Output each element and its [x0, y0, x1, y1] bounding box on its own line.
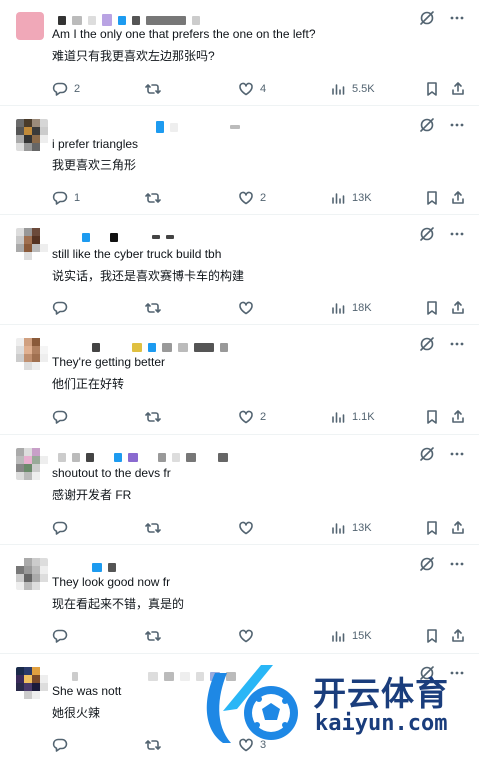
tweet-translation: 说实话，我还是喜欢赛博卡车的构建 — [52, 269, 245, 283]
more-icon[interactable] — [449, 10, 465, 26]
tweet-author-header[interactable] — [58, 561, 116, 573]
views-count: 18K — [352, 302, 372, 314]
like-button[interactable]: 2 — [238, 190, 266, 206]
views-count: 13K — [352, 522, 372, 534]
tweet-text: Am I the only one that prefers the one o… — [52, 27, 316, 41]
tweet[interactable]: Am I the only one that prefers the one o… — [0, 0, 479, 106]
tweet-translation: 他们正在好转 — [52, 377, 125, 391]
views-count: 13K — [352, 192, 372, 204]
tweet-text: They look good now fr — [52, 575, 171, 589]
views-button[interactable]: 15K — [330, 628, 372, 644]
views-button[interactable]: 13K — [330, 190, 372, 206]
tweet-author-header[interactable] — [58, 451, 228, 463]
tweet-author-header[interactable] — [58, 231, 174, 243]
grok-icon[interactable] — [419, 226, 435, 242]
bookmark-button[interactable] — [424, 520, 440, 536]
bookmark-button[interactable] — [424, 409, 440, 425]
tweet-text: i prefer triangles — [52, 137, 139, 151]
reply-count: 1 — [74, 192, 81, 204]
tweet-translation: 难道只有我更喜欢左边那张吗? — [52, 49, 215, 63]
views-button[interactable]: 18K — [330, 300, 372, 316]
bookmark-button[interactable] — [424, 81, 440, 97]
bookmark-button[interactable] — [424, 190, 440, 206]
tweet-text: They're getting better — [52, 355, 166, 369]
tweet[interactable]: still like the cyber truck build tbh 说实话… — [0, 216, 479, 325]
avatar[interactable] — [16, 12, 44, 40]
brand-name: 开云体育 — [313, 674, 449, 713]
views-button[interactable]: 1.1K — [330, 409, 375, 425]
retweet-button[interactable] — [145, 409, 167, 425]
like-count: 2 — [260, 192, 267, 204]
tweet-text: still like the cyber truck build tbh — [52, 247, 222, 261]
reply-button[interactable] — [52, 409, 74, 425]
avatar[interactable] — [16, 667, 48, 699]
share-button[interactable] — [450, 520, 466, 536]
avatar[interactable] — [16, 558, 48, 590]
retweet-button[interactable] — [145, 300, 167, 316]
tweet[interactable]: They look good now fr 现在看起来不错，真是的 15K — [0, 546, 479, 654]
like-button[interactable] — [238, 628, 260, 644]
reply-count: 2 — [74, 83, 81, 95]
grok-icon[interactable] — [419, 10, 435, 26]
more-icon[interactable] — [449, 226, 465, 242]
views-count: 5.5K — [352, 83, 375, 95]
retweet-button[interactable] — [145, 190, 167, 206]
tweet-text: shoutout to the devs fr — [52, 466, 171, 480]
more-icon[interactable] — [449, 117, 465, 133]
more-icon[interactable] — [449, 446, 465, 462]
like-button[interactable]: 2 — [238, 409, 266, 425]
views-button[interactable]: 13K — [330, 520, 372, 536]
tweet-translation: 她很火辣 — [52, 706, 101, 720]
avatar[interactable] — [16, 338, 48, 370]
brand-url: kaiyun.com — [315, 711, 448, 736]
share-button[interactable] — [450, 628, 466, 644]
reply-button[interactable]: 2 — [52, 81, 80, 97]
grok-icon[interactable] — [419, 336, 435, 352]
share-button[interactable] — [450, 81, 466, 97]
tweet[interactable]: i prefer triangles 我更喜欢三角形 1 2 13K — [0, 107, 479, 215]
reply-button[interactable]: 1 — [52, 190, 80, 206]
tweet[interactable]: They're getting better 他们正在好转 2 1.1K — [0, 326, 479, 435]
tweet-translation: 我更喜欢三角形 — [52, 158, 137, 172]
tweet-author-header[interactable] — [58, 14, 200, 26]
grok-icon[interactable] — [419, 446, 435, 462]
tweet[interactable]: shoutout to the devs fr 感谢开发者 FR 13K — [0, 436, 479, 545]
like-button[interactable] — [238, 300, 260, 316]
reply-button[interactable] — [52, 520, 74, 536]
grok-icon[interactable] — [419, 117, 435, 133]
avatar[interactable] — [16, 119, 48, 151]
tweet-text: She was nott — [52, 684, 122, 698]
like-count: 4 — [260, 83, 267, 95]
retweet-button[interactable] — [145, 737, 167, 753]
grok-icon[interactable] — [419, 556, 435, 572]
more-icon[interactable] — [449, 556, 465, 572]
retweet-button[interactable] — [145, 520, 167, 536]
brand-watermark: 开云体育 kaiyun.com — [193, 659, 473, 745]
share-button[interactable] — [450, 409, 466, 425]
like-button[interactable] — [238, 520, 260, 536]
reply-button[interactable] — [52, 300, 74, 316]
tweet-translation: 感谢开发者 FR — [52, 488, 132, 502]
like-button[interactable]: 4 — [238, 81, 266, 97]
tweet-translation: 现在看起来不错，真是的 — [52, 597, 185, 611]
avatar[interactable] — [16, 228, 48, 260]
retweet-button[interactable] — [145, 81, 167, 97]
share-button[interactable] — [450, 300, 466, 316]
like-count: 2 — [260, 411, 267, 423]
views-count: 15K — [352, 630, 372, 642]
bookmark-button[interactable] — [424, 300, 440, 316]
more-icon[interactable] — [449, 336, 465, 352]
bookmark-button[interactable] — [424, 628, 440, 644]
reply-button[interactable] — [52, 737, 74, 753]
tweet-author-header[interactable] — [58, 341, 228, 353]
views-count: 1.1K — [352, 411, 375, 423]
avatar[interactable] — [16, 448, 48, 480]
reply-button[interactable] — [52, 628, 74, 644]
share-button[interactable] — [450, 190, 466, 206]
views-button[interactable]: 5.5K — [330, 81, 375, 97]
tweet-author-header[interactable] — [58, 121, 240, 133]
retweet-button[interactable] — [145, 628, 167, 644]
